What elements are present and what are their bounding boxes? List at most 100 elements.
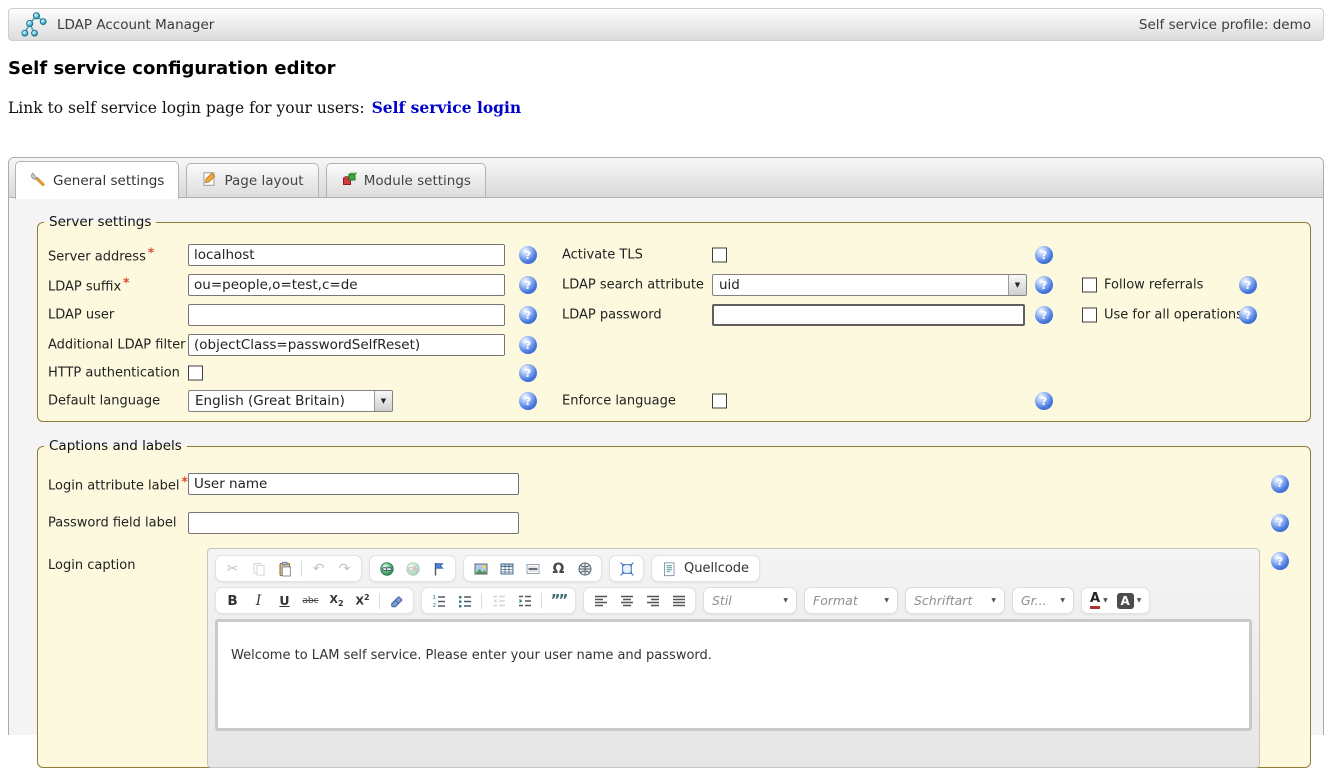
ldap-suffix-input[interactable] xyxy=(188,274,505,296)
redo-icon[interactable]: ↷ xyxy=(332,557,357,580)
activate-tls-checkbox[interactable] xyxy=(712,248,727,263)
italic-icon[interactable]: I xyxy=(246,589,271,612)
help-icon[interactable]: ? xyxy=(519,246,537,264)
background-color-icon: A xyxy=(1117,593,1134,609)
editor-toolbar-row-1: ✂ ↶ ↷ xyxy=(215,555,1252,582)
required-icon: * xyxy=(148,246,154,260)
required-icon: * xyxy=(181,474,187,488)
subscript-icon[interactable]: X2 xyxy=(324,589,349,612)
text-color-button[interactable]: A ▼ xyxy=(1086,589,1112,612)
password-field-label-label: Password field label xyxy=(48,515,176,530)
editor-content-area[interactable]: Welcome to LAM self service. Please ente… xyxy=(215,619,1252,731)
chevron-down-icon: ▼ xyxy=(1103,597,1108,604)
help-icon[interactable]: ? xyxy=(519,364,537,382)
remove-format-icon[interactable] xyxy=(384,589,409,612)
form-row-ldap-user: LDAP user ? LDAP password ? Use for all … xyxy=(48,300,1310,330)
align-right-icon[interactable] xyxy=(640,589,665,612)
font-dropdown[interactable]: Schriftart▼ xyxy=(905,587,1005,614)
blockquote-icon[interactable]: ”” xyxy=(546,589,571,612)
use-for-all-operations-checkbox[interactable] xyxy=(1082,308,1097,323)
ldap-search-attribute-select[interactable]: uid ▼ xyxy=(712,274,1027,296)
ldap-search-attribute-label: LDAP search attribute xyxy=(562,278,704,293)
help-icon[interactable]: ? xyxy=(519,276,537,294)
link-icon[interactable] xyxy=(374,557,399,580)
follow-referrals-option: Follow referrals xyxy=(1082,278,1203,293)
bullet-list-icon[interactable] xyxy=(452,589,477,612)
help-icon[interactable]: ? xyxy=(519,306,537,324)
undo-icon[interactable]: ↶ xyxy=(306,557,331,580)
login-attribute-label-label: Login attribute label* xyxy=(48,474,188,493)
form-row-ldap-suffix: LDAP suffix* ? LDAP search attribute uid… xyxy=(48,270,1310,300)
image-icon[interactable] xyxy=(468,557,493,580)
page-title: Self service configuration editor xyxy=(8,58,336,79)
help-icon[interactable]: ? xyxy=(1035,246,1053,264)
help-icon[interactable]: ? xyxy=(1271,514,1289,532)
maximize-icon[interactable] xyxy=(614,557,639,580)
cut-icon[interactable]: ✂ xyxy=(220,557,245,580)
follow-referrals-checkbox[interactable] xyxy=(1082,278,1097,293)
password-field-label-input[interactable] xyxy=(188,512,519,534)
server-settings-fieldset: Server settings Server address* ? Activa… xyxy=(37,214,1311,422)
help-icon[interactable]: ? xyxy=(1035,306,1053,324)
editor-toolbar-row-2: B I U abc X2 X2 xyxy=(215,587,1252,614)
indent-icon[interactable] xyxy=(512,589,537,612)
help-icon[interactable]: ? xyxy=(1271,552,1289,570)
tab-label: General settings xyxy=(53,173,164,189)
enforce-language-checkbox[interactable] xyxy=(712,394,727,409)
iframe-globe-icon[interactable] xyxy=(572,557,597,580)
bold-icon[interactable]: B xyxy=(220,589,245,612)
http-authentication-checkbox[interactable] xyxy=(188,366,203,381)
follow-referrals-label: Follow referrals xyxy=(1104,278,1203,293)
help-icon[interactable]: ? xyxy=(1239,276,1257,294)
ldap-user-input[interactable] xyxy=(188,304,505,326)
login-attribute-label-input[interactable] xyxy=(188,473,519,495)
anchor-flag-icon[interactable] xyxy=(426,557,451,580)
help-icon[interactable]: ? xyxy=(1035,392,1053,410)
help-icon[interactable]: ? xyxy=(519,392,537,410)
tab-module-settings[interactable]: Module settings xyxy=(326,163,486,197)
select-arrow-icon: ▼ xyxy=(374,391,392,411)
server-settings-legend: Server settings xyxy=(44,214,156,230)
source-button[interactable]: Quellcode xyxy=(651,555,760,582)
form-row-server-address: Server address* ? Activate TLS ? xyxy=(48,240,1310,270)
align-center-icon[interactable] xyxy=(614,589,639,612)
additional-ldap-filter-input[interactable] xyxy=(188,334,505,356)
chevron-down-icon: ▼ xyxy=(884,597,889,604)
captions-and-labels-fieldset: Captions and labels Login attribute labe… xyxy=(37,438,1311,768)
chevron-down-icon: ▼ xyxy=(991,597,996,604)
login-link-line: Link to self service login page for your… xyxy=(8,98,521,117)
align-justify-icon[interactable] xyxy=(666,589,691,612)
tab-general-settings[interactable]: General settings xyxy=(15,161,179,199)
help-icon[interactable]: ? xyxy=(1035,276,1053,294)
special-char-icon[interactable]: Ω xyxy=(546,557,571,580)
unlink-icon[interactable] xyxy=(400,557,425,580)
ldap-password-input[interactable] xyxy=(712,304,1025,326)
align-left-icon[interactable] xyxy=(588,589,613,612)
login-caption-editor: ✂ ↶ ↷ xyxy=(207,548,1260,768)
ldap-password-label: LDAP password xyxy=(562,308,662,323)
format-dropdown[interactable]: Format▼ xyxy=(804,587,898,614)
self-service-login-link[interactable]: Self service login xyxy=(372,98,522,117)
style-dropdown[interactable]: Stil▼ xyxy=(703,587,797,614)
chevron-down-icon: ▼ xyxy=(1137,597,1142,604)
help-icon[interactable]: ? xyxy=(519,336,537,354)
default-language-select[interactable]: English (Great Britain) ▼ xyxy=(188,390,393,412)
superscript-icon[interactable]: X2 xyxy=(350,589,375,612)
underline-icon[interactable]: U xyxy=(272,589,297,612)
horizontal-rule-icon[interactable] xyxy=(520,557,545,580)
help-icon[interactable]: ? xyxy=(1239,306,1257,324)
numbered-list-icon[interactable]: 12 xyxy=(426,589,451,612)
enforce-language-label: Enforce language xyxy=(562,394,676,409)
text-color-icon: A xyxy=(1090,592,1100,609)
size-dropdown[interactable]: Gr...▼ xyxy=(1012,587,1074,614)
strikethrough-icon[interactable]: abc xyxy=(298,589,323,612)
use-for-all-operations-option: Use for all operations xyxy=(1082,308,1243,323)
paste-icon[interactable] xyxy=(272,557,297,580)
server-address-input[interactable] xyxy=(188,244,505,266)
tab-page-layout[interactable]: Page layout xyxy=(186,163,318,197)
help-icon[interactable]: ? xyxy=(1271,475,1289,493)
outdent-icon[interactable] xyxy=(486,589,511,612)
copy-icon[interactable] xyxy=(246,557,271,580)
table-icon[interactable] xyxy=(494,557,519,580)
background-color-button[interactable]: A ▼ xyxy=(1113,589,1146,612)
